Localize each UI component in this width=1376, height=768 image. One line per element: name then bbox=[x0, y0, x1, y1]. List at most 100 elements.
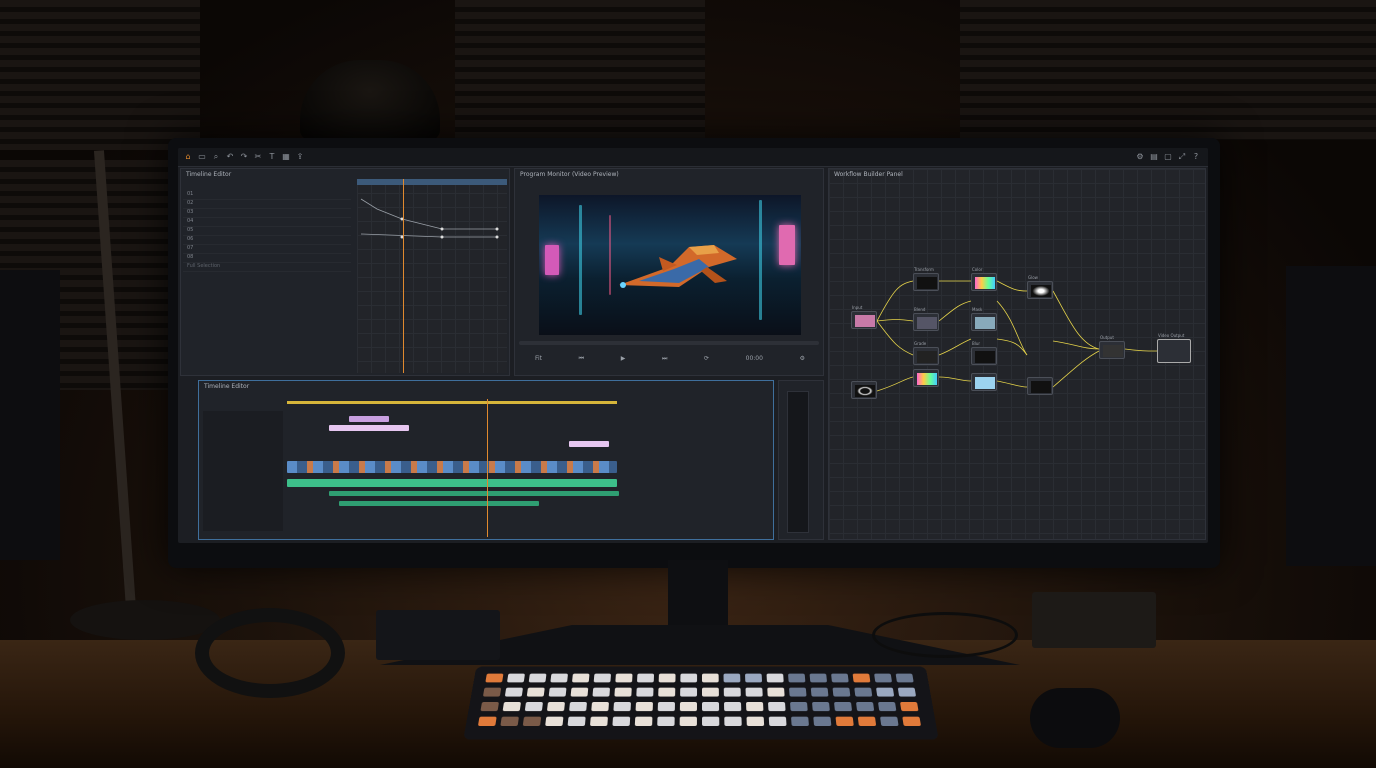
audio-meter-panel bbox=[778, 380, 824, 540]
keyboard-key bbox=[480, 702, 499, 711]
node-sky[interactable] bbox=[971, 373, 997, 391]
keyboard-key bbox=[615, 674, 632, 683]
keyboard-key bbox=[549, 688, 567, 697]
node-panel: Workflow Builder Panel Input Transform B… bbox=[828, 168, 1206, 540]
keyboard-key bbox=[571, 688, 589, 697]
step-back-icon[interactable]: ⏮ bbox=[579, 355, 584, 365]
keyboard-key bbox=[572, 674, 590, 683]
help-icon[interactable]: ? bbox=[1192, 153, 1200, 161]
layout-icon[interactable]: ▤ bbox=[1150, 153, 1158, 161]
node-blend[interactable]: Blend bbox=[913, 313, 939, 331]
keyframe-row[interactable]: 02 bbox=[183, 200, 351, 209]
keyboard-key bbox=[680, 674, 697, 683]
keyboard-key bbox=[680, 717, 697, 726]
headphones bbox=[195, 608, 345, 698]
keyboard-key bbox=[545, 717, 563, 726]
settings-icon[interactable]: ⚙ bbox=[800, 355, 805, 365]
share-icon[interactable]: ⇪ bbox=[296, 153, 304, 161]
timeline-playhead[interactable] bbox=[487, 399, 488, 537]
home-icon[interactable]: ⌂ bbox=[184, 153, 192, 161]
app-topbar: ⌂ ▭ ⌕ ↶ ↷ ✂ T ▦ ⇪ ⚙ ▤ ▢ ⤢ ? bbox=[178, 148, 1208, 167]
keyframe-row[interactable]: 05 bbox=[183, 227, 351, 236]
keyboard-key bbox=[836, 717, 854, 726]
keyboard-key bbox=[478, 717, 497, 726]
node-connections bbox=[829, 169, 1206, 540]
keyboard-key bbox=[747, 717, 765, 726]
node-thumbnail bbox=[1031, 285, 1051, 297]
folder-icon[interactable]: ▭ bbox=[198, 153, 206, 161]
video-preview[interactable] bbox=[539, 195, 801, 335]
keyboard-key bbox=[507, 674, 525, 683]
text-icon[interactable]: T bbox=[268, 153, 276, 161]
node-mask[interactable]: Mask bbox=[971, 313, 997, 331]
cut-icon[interactable]: ✂ bbox=[254, 153, 262, 161]
video-scrub-bar[interactable] bbox=[519, 341, 819, 345]
title-clip[interactable] bbox=[349, 416, 389, 422]
keyboard-key bbox=[594, 674, 611, 683]
keyboard-key bbox=[791, 717, 809, 726]
keyboard-key bbox=[810, 674, 827, 683]
transport-controls: Fit ⏮ ▶ ⏭ ⟳ 00:00 ⚙ bbox=[535, 355, 805, 365]
monitor-screen: ⌂ ▭ ⌕ ↶ ↷ ✂ T ▦ ⇪ ⚙ ▤ ▢ ⤢ ? Timeline Edi… bbox=[178, 148, 1208, 543]
node-transform[interactable]: Transform bbox=[913, 273, 939, 291]
step-forward-icon[interactable]: ⏭ bbox=[662, 355, 667, 365]
audio-track[interactable] bbox=[339, 501, 539, 506]
video-track[interactable] bbox=[287, 461, 617, 473]
audio-track[interactable] bbox=[329, 491, 619, 496]
keyboard-key bbox=[500, 717, 519, 726]
timeline-ruler[interactable] bbox=[287, 401, 617, 404]
redo-icon[interactable]: ↷ bbox=[240, 153, 248, 161]
node-thumbnail bbox=[1103, 345, 1123, 357]
keyframe-row[interactable]: 04 bbox=[183, 218, 351, 227]
keyframe-row[interactable]: 08 bbox=[183, 254, 351, 263]
node-output[interactable]: Output bbox=[1099, 341, 1125, 359]
keyboard-key bbox=[902, 717, 921, 726]
search-icon[interactable]: ⌕ bbox=[212, 153, 220, 161]
keyboard-key bbox=[745, 688, 762, 697]
play-icon[interactable]: ▶ bbox=[621, 355, 626, 365]
title-clip[interactable] bbox=[329, 425, 409, 431]
keyboard-key bbox=[788, 674, 805, 683]
keyframe-row[interactable]: 03 bbox=[183, 209, 351, 218]
keyframe-row[interactable]: 01 bbox=[183, 191, 351, 200]
keyboard-key bbox=[568, 717, 586, 726]
keyboard-key bbox=[702, 702, 719, 711]
keyboard-key bbox=[896, 674, 914, 683]
keyboard-key bbox=[591, 702, 609, 711]
node-thumbnail bbox=[975, 277, 995, 289]
keyboard-key bbox=[636, 688, 653, 697]
node-dark[interactable] bbox=[1027, 377, 1053, 395]
node-video-output[interactable]: Video Output bbox=[1157, 339, 1191, 363]
speaker-left bbox=[0, 270, 60, 560]
keyboard-key bbox=[659, 674, 676, 683]
window-icon[interactable]: ▢ bbox=[1164, 153, 1172, 161]
node-source[interactable] bbox=[851, 381, 877, 399]
keyframe-row[interactable]: 07 bbox=[183, 245, 351, 254]
node-grade[interactable]: Grade bbox=[913, 347, 939, 365]
keyframe-graph bbox=[357, 179, 507, 373]
keyboard-key bbox=[723, 674, 740, 683]
node-blur[interactable]: Blur bbox=[971, 347, 997, 365]
undo-icon[interactable]: ↶ bbox=[226, 153, 234, 161]
monitor-stand bbox=[668, 560, 728, 630]
keyboard-key bbox=[680, 702, 697, 711]
keyboard-key bbox=[569, 702, 587, 711]
node-input[interactable]: Input bbox=[851, 311, 877, 329]
settings-icon[interactable]: ⚙ bbox=[1136, 153, 1144, 161]
keyframe-row[interactable]: 06 bbox=[183, 236, 351, 245]
panel-title: Program Monitor (Video Preview) bbox=[520, 171, 619, 178]
audio-track[interactable] bbox=[287, 479, 617, 487]
expand-icon[interactable]: ⤢ bbox=[1178, 153, 1186, 161]
node-thumbnail bbox=[917, 351, 937, 363]
overlay-clip[interactable] bbox=[569, 441, 609, 447]
node-gradient[interactable] bbox=[913, 369, 939, 387]
loop-icon[interactable]: ⟳ bbox=[704, 355, 709, 365]
keyboard-key bbox=[854, 688, 872, 697]
node-thumbnail bbox=[975, 351, 995, 363]
node-glow[interactable]: Glow bbox=[1027, 281, 1053, 299]
neon-sign bbox=[545, 245, 559, 275]
zoom-select[interactable]: Fit bbox=[535, 355, 542, 365]
node-color[interactable]: Color bbox=[971, 273, 997, 291]
keyframe-playhead[interactable] bbox=[403, 179, 404, 373]
grid-icon[interactable]: ▦ bbox=[282, 153, 290, 161]
